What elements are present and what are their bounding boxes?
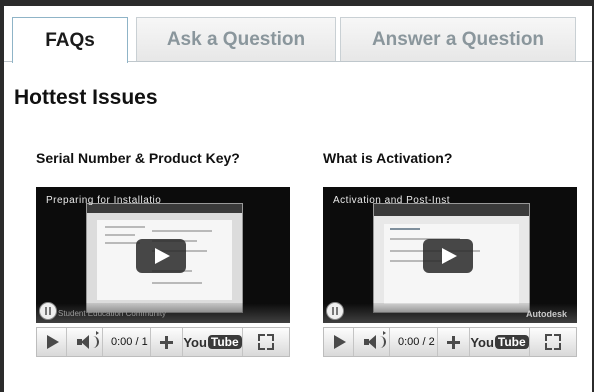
volume-button[interactable] — [354, 328, 390, 356]
tab-label: Answer a Question — [371, 28, 545, 50]
tab-answer-a-question[interactable]: Answer a Question — [340, 17, 576, 61]
fullscreen-button[interactable] — [530, 328, 576, 356]
youtube-logo-text: You — [183, 334, 207, 350]
video-controls: 0:00 / 2 You Tube — [323, 327, 577, 357]
youtube-logo-tube: Tube — [494, 335, 529, 349]
time-display: 0:00 / 1 — [103, 328, 151, 356]
fullscreen-icon — [545, 334, 561, 350]
video-card: What is Activation? Activation and Post-… — [323, 150, 579, 357]
youtube-logo-text: You — [470, 334, 494, 350]
tab-label: Ask a Question — [166, 28, 306, 50]
video-watermark: Autodesk — [525, 309, 567, 319]
youtube-button[interactable]: You Tube — [183, 328, 243, 356]
play-button[interactable] — [37, 328, 67, 356]
volume-button[interactable] — [67, 328, 103, 356]
video-watermark: Student Education Community — [58, 309, 167, 318]
play-button[interactable] — [324, 328, 354, 356]
youtube-logo-tube: Tube — [207, 335, 242, 349]
video-title: Activation and Post-Inst — [333, 195, 451, 206]
video-card-title: What is Activation? — [323, 150, 453, 166]
tab-ask-a-question[interactable]: Ask a Question — [136, 17, 336, 61]
plus-icon — [160, 335, 173, 349]
pause-badge-icon[interactable] — [326, 302, 344, 320]
play-icon — [47, 335, 59, 349]
video-title: Preparing for Installatio — [46, 195, 162, 206]
time-display: 0:00 / 2 — [390, 328, 438, 356]
add-button[interactable] — [151, 328, 183, 356]
plus-icon — [447, 335, 460, 349]
video-player[interactable]: Activation and Post-Inst Autodesk — [323, 187, 577, 323]
fullscreen-icon — [258, 334, 274, 350]
video-player[interactable]: Preparing for Installatio Student Educat… — [36, 187, 290, 323]
tab-bar: FAQs Ask a Question Answer a Question — [4, 17, 592, 63]
video-card-title: Serial Number & Product Key? — [36, 150, 240, 166]
play-overlay-icon[interactable] — [136, 239, 186, 273]
fullscreen-button[interactable] — [243, 328, 289, 356]
tab-faqs[interactable]: FAQs — [12, 17, 128, 63]
tab-label: FAQs — [45, 29, 95, 51]
play-icon — [334, 335, 346, 349]
youtube-button[interactable]: You Tube — [470, 328, 530, 356]
play-overlay-icon[interactable] — [423, 239, 473, 273]
video-card: Serial Number & Product Key? Preparing f… — [36, 150, 292, 357]
pause-badge-icon[interactable] — [39, 302, 57, 320]
video-controls: 0:00 / 1 You Tube — [36, 327, 290, 357]
section-heading: Hottest Issues — [14, 86, 158, 109]
page: FAQs Ask a Question Answer a Question Ho… — [4, 6, 592, 392]
add-button[interactable] — [438, 328, 470, 356]
